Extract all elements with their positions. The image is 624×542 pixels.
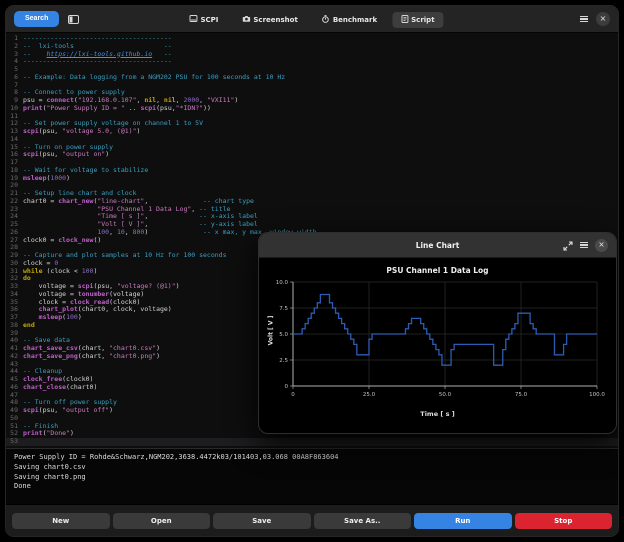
console-line: Power Supply ID = Rohde&Schwarz,NGM202,3…: [14, 453, 610, 463]
chart-title: PSU Channel 1 Data Log: [267, 266, 608, 275]
search-button[interactable]: Search: [14, 11, 59, 27]
console-line: Done: [14, 482, 610, 492]
svg-text:0: 0: [285, 384, 289, 390]
save-as-button[interactable]: Save As..: [314, 513, 412, 529]
footer-bar: NewOpenSaveSave As..RunStop: [6, 504, 618, 537]
code-line[interactable]: 4--------------------------------------: [6, 58, 618, 66]
code-line[interactable]: 16scpi(psu, "output on"): [6, 151, 618, 159]
header-controls: ×: [580, 12, 610, 26]
tab-benchmark[interactable]: Benchmark: [313, 12, 386, 28]
header-bar: Search SCPI Screenshot Benchmark Script ×: [6, 6, 618, 33]
chart-window-body: PSU Channel 1 Data Log Volt [ V ] 0 25.0 5…: [259, 258, 616, 418]
code-line[interactable]: 10print("Power Supply ID = " .. scpi(psu…: [6, 105, 618, 113]
code-line[interactable]: 6-- Example: Data logging from a NGM202 …: [6, 74, 618, 82]
svg-text:0: 0: [291, 392, 295, 398]
sidebar-toggle-icon[interactable]: [68, 15, 79, 24]
menu-icon[interactable]: [580, 16, 588, 23]
console-line: Saving chart0.csv: [14, 463, 610, 473]
terminal-icon: [189, 15, 197, 24]
svg-text:5.0: 5.0: [279, 332, 288, 338]
app-window: Search SCPI Screenshot Benchmark Script × 1…: [5, 5, 619, 537]
chart-ylabel: Volt [ V ]: [268, 296, 277, 366]
code-line[interactable]: 18-- Wait for voltage to stabilize: [6, 167, 618, 175]
chart-window-titlebar[interactable]: Line Chart ×: [259, 233, 616, 258]
menu-icon[interactable]: [580, 242, 588, 249]
tab-script[interactable]: Script: [392, 12, 443, 28]
document-icon: [401, 15, 408, 25]
svg-text:25.0: 25.0: [363, 392, 376, 398]
code-line[interactable]: 19msleep(1000): [6, 175, 618, 183]
save-button[interactable]: Save: [213, 513, 311, 529]
line-chart-window[interactable]: Line Chart × PSU Channel 1 Data Log Volt…: [258, 232, 617, 434]
svg-text:75.0: 75.0: [515, 392, 528, 398]
stop-button[interactable]: Stop: [515, 513, 613, 529]
code-line[interactable]: 13scpi(psu, "voltage 5.0, (@1)"): [6, 128, 618, 136]
tab-scpi[interactable]: SCPI: [180, 12, 227, 27]
svg-text:10.0: 10.0: [276, 280, 289, 286]
line-chart-plot: 0 25.0 50.0 75.0 100.0 0 2.5 5.0 7.5 10.0: [267, 278, 608, 410]
console-line: Saving chart0.png: [14, 473, 610, 483]
open-button[interactable]: Open: [113, 513, 211, 529]
stopwatch-icon: [322, 15, 330, 25]
run-button[interactable]: Run: [414, 513, 512, 529]
output-console: Power Supply ID = Rohde&Schwarz,NGM202,3…: [6, 448, 618, 504]
tab-bar: SCPI Screenshot Benchmark Script: [180, 6, 443, 33]
line-number: 53: [6, 438, 23, 446]
close-icon[interactable]: ×: [596, 12, 610, 26]
chart-window-controls: ×: [563, 236, 608, 255]
svg-text:100.0: 100.0: [589, 392, 605, 398]
camera-icon: [242, 15, 250, 24]
svg-text:7.5: 7.5: [279, 306, 288, 312]
svg-text:2.5: 2.5: [279, 358, 288, 364]
new-button[interactable]: New: [12, 513, 110, 529]
chart-xlabel: Time [ s ]: [267, 410, 608, 418]
svg-text:50.0: 50.0: [439, 392, 452, 398]
expand-icon[interactable]: [563, 236, 573, 255]
close-icon[interactable]: ×: [595, 239, 608, 252]
chart-plot-area: Volt [ V ] 0 25.0 50.0 75.0 100.0 0 2.5 5.0 7.5 1…: [267, 278, 608, 410]
code-line[interactable]: 53: [6, 438, 618, 446]
tab-screenshot[interactable]: Screenshot: [233, 12, 306, 27]
